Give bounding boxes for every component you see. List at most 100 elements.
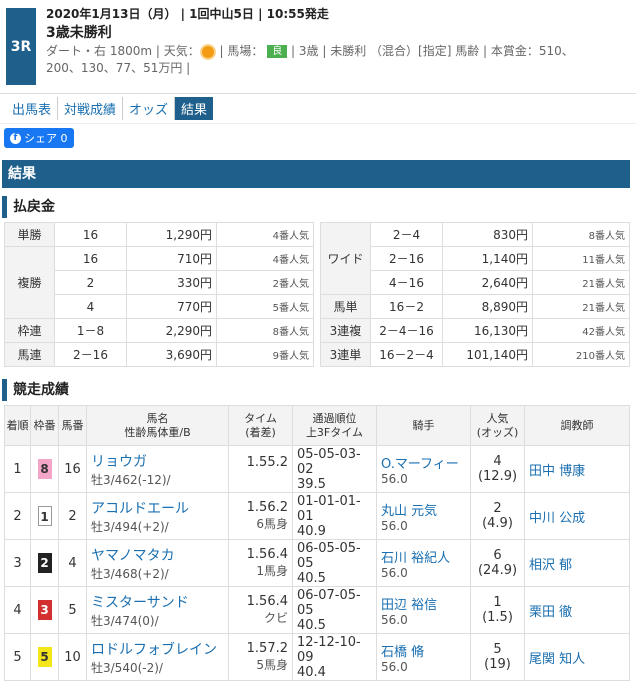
horse-name-link[interactable]: ミスターサンド xyxy=(91,592,228,612)
payout-row: 単勝 16 1,290円 4番人気 xyxy=(4,222,314,247)
jockey-link[interactable]: 丸山 元気 xyxy=(381,500,470,519)
rank: 4 xyxy=(4,586,31,634)
rank: 2 xyxy=(4,492,31,540)
jockey-link[interactable]: 石橋 脩 xyxy=(381,641,470,660)
payout-row: 馬単 16－2 8,890円 21番人気 xyxy=(320,294,630,319)
tab-history[interactable]: 対戦成績 xyxy=(58,97,124,120)
passing-order: 12-12-10-09 xyxy=(297,634,361,665)
pass-cell: 01-01-01-01 40.9 xyxy=(292,492,377,540)
tab-results[interactable]: 結果 xyxy=(175,97,214,120)
payout-amount: 101,140円 xyxy=(442,342,533,367)
margin: 6馬身 xyxy=(256,517,288,531)
pop-cell: 2 (4.9) xyxy=(470,492,525,540)
trainer-cell: 中川 公成 xyxy=(524,492,630,540)
time-cell: 1.56.2 6馬身 xyxy=(228,492,293,540)
waku-cell: 1 xyxy=(30,492,59,540)
trainer-link[interactable]: 栗田 徹 xyxy=(529,605,572,620)
result-row: 2 1 2 アコルドエール 牡3/494(+2)/1.56.2 6馬身 01-01-01-0… xyxy=(4,492,630,540)
trainer-link[interactable]: 相沢 郁 xyxy=(529,558,572,573)
race-time: 1.57.2 xyxy=(246,641,288,656)
carried-weight: 56.0 xyxy=(381,565,408,580)
payout-amount: 2,290円 xyxy=(126,318,217,343)
race-time: 1.56.4 xyxy=(246,547,288,562)
horse-info: 牡3/462(-12)/ xyxy=(91,472,171,487)
odds: (19) xyxy=(484,657,511,672)
payout-numbers: 1－8 xyxy=(54,318,127,343)
payout-amount: 710円 xyxy=(126,246,217,271)
share-row: f シェア 0 xyxy=(0,124,636,150)
waku-badge: 1 xyxy=(37,506,52,526)
horse-cell: ミスターサンド 牡3/474(0)/ xyxy=(86,586,229,634)
payout-type: 3連単 xyxy=(320,342,371,367)
payout-row: 3連単 16－2－4 101,140円 210番人気 xyxy=(320,342,630,367)
header-pass: 通過順位 上3Fタイム xyxy=(292,405,377,446)
header-time-sub: (着差) xyxy=(245,425,276,439)
payout-type: 馬連 xyxy=(4,342,55,367)
horse-name-link[interactable]: ロドルフォブレイン xyxy=(91,639,228,659)
passing-order: 01-01-01-01 xyxy=(297,493,361,524)
race-date: 2020年1月13日（月） | 1回中山5日 | 10:55発走 xyxy=(46,7,329,21)
jockey-cell: O.マーフィー 56.0 xyxy=(376,445,471,493)
race-cond-course: ダート・右 1800m | 天気： xyxy=(46,44,200,58)
waku-badge: 3 xyxy=(37,600,52,620)
result-row: 3 2 4 ヤマノマタカ 牡3/468(+2)/ 1.56.4 1馬身 06-05-05-05… xyxy=(4,539,630,587)
payout-amount: 830円 xyxy=(442,222,533,247)
payout-popularity: 4番人気 xyxy=(216,222,314,247)
payout-row: 複勝 16 710円 4番人気 xyxy=(4,246,314,319)
popularity: 2 xyxy=(493,501,502,516)
waku-badge: 8 xyxy=(37,459,52,479)
payout-popularity: 8番人気 xyxy=(216,318,314,343)
payout-amount: 2,640円 xyxy=(442,270,533,295)
header-pop-label: 人気 xyxy=(486,411,509,425)
payout-numbers: 2－4 xyxy=(370,222,443,247)
payout-numbers: 16－2－4 xyxy=(370,342,443,367)
result-row: 1 8 16 リョウガ 牡3/462(-12)/1.55.2 05-05-03-02 39.… xyxy=(4,445,630,493)
payout-popularity: 21番人気 xyxy=(532,294,630,319)
race-cond-class: | 3歳 | 未勝利 （混合）[指定] 馬齢 | 本賞金：510、 xyxy=(287,44,574,58)
trainer-cell: 田中 博康 xyxy=(524,445,630,493)
waku-badge: 5 xyxy=(37,647,52,667)
results-table: 着順 枠番 馬番 馬名 性齢馬体重/B タイム (着差) 通過順位 上3Fタイム 騎手… xyxy=(4,405,630,681)
jockey-link[interactable]: 田辺 裕信 xyxy=(381,594,470,613)
payout-row: 枠連 1－8 2,290円 8番人気 xyxy=(4,318,314,343)
rank: 1 xyxy=(4,445,31,493)
pass-cell: 12-12-10-09 40.4 xyxy=(292,633,377,681)
margin: クビ xyxy=(263,611,288,625)
horse-name-link[interactable]: リョウガ xyxy=(91,451,228,471)
payout-numbers: 4 xyxy=(54,294,127,319)
facebook-share-button[interactable]: f シェア 0 xyxy=(4,128,74,148)
umaban: 5 xyxy=(58,586,87,634)
trainer-link[interactable]: 尾関 知人 xyxy=(529,652,585,667)
header-horse: 馬名 性齢馬体重/B xyxy=(86,405,229,446)
race-number: 3R xyxy=(6,8,36,85)
tab-entries[interactable]: 出馬表 xyxy=(6,97,59,120)
trainer-link[interactable]: 田中 博康 xyxy=(529,464,585,479)
jockey-link[interactable]: O.マーフィー xyxy=(381,453,470,472)
last-3f: 40.5 xyxy=(297,570,326,586)
jockey-link[interactable]: 石川 裕紀人 xyxy=(381,547,470,566)
facebook-icon: f xyxy=(10,132,21,144)
horse-name-link[interactable]: アコルドエール xyxy=(91,498,228,518)
odds: (4.9) xyxy=(482,516,513,531)
waku-cell: 2 xyxy=(30,539,59,587)
race-info: 2020年1月13日（月） | 1回中山5日 | 10:55発走 3歳未勝利 ダ… xyxy=(40,0,636,93)
payout-amount: 8,890円 xyxy=(442,294,533,319)
tab-odds[interactable]: オッズ xyxy=(123,97,176,120)
payout-numbers: 16－2 xyxy=(370,294,443,319)
payout-row: 馬連 2－16 3,690円 9番人気 xyxy=(4,342,314,367)
race-header: 3R 2020年1月13日（月） | 1回中山5日 | 10:55発走 3歳未勝… xyxy=(0,0,636,94)
payout-row: ワイド 2－4 830円 8番人気 xyxy=(320,222,630,295)
passing-order: 06-07-05-05 xyxy=(297,587,361,618)
results-header-row: 着順 枠番 馬番 馬名 性齢馬体重/B タイム (着差) 通過順位 上3Fタイム 騎手… xyxy=(4,405,630,446)
race-prize: 200、130、77、51万円 | xyxy=(46,61,191,75)
header-horse-label: 馬名 xyxy=(146,411,169,425)
odds: (12.9) xyxy=(477,469,518,484)
payout-popularity: 21番人気 xyxy=(532,270,630,295)
header-pass-label: 通過順位 xyxy=(312,411,357,425)
last-3f: 40.5 xyxy=(297,617,326,633)
horse-name-link[interactable]: ヤマノマタカ xyxy=(91,545,228,565)
trainer-link[interactable]: 中川 公成 xyxy=(529,511,585,526)
payout-popularity: 2番人気 xyxy=(216,270,314,295)
payout-popularity: 5番人気 xyxy=(216,294,314,319)
payout-type: 馬単 xyxy=(320,294,371,319)
